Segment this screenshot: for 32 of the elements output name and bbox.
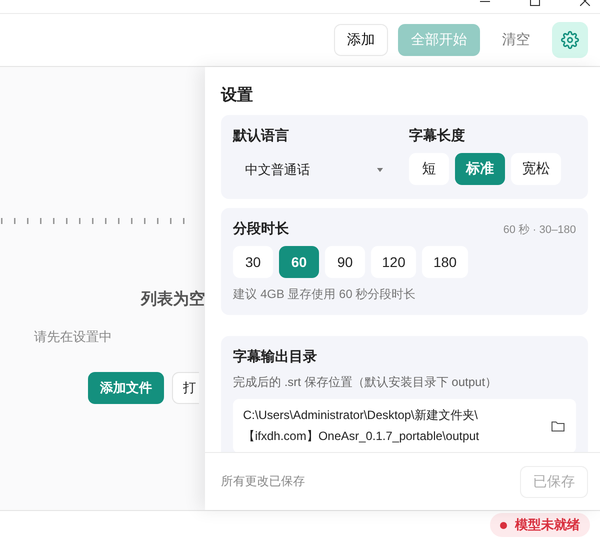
- duration-option[interactable]: 60: [279, 246, 319, 278]
- segment-reading: 60 秒 · 30–180: [503, 222, 576, 236]
- field-label: 字幕输出目录: [233, 348, 318, 366]
- duration-option[interactable]: 90: [325, 246, 365, 278]
- save-status: 所有更改已保存: [221, 473, 305, 490]
- output-path-field[interactable]: C:\Users\Administrator\Desktop\新建文件夹\ 【ifxdh.com】OneAsr_0.1.7_portable\output: [233, 399, 576, 452]
- length-option[interactable]: 短: [409, 153, 449, 185]
- empty-list-title: 列表为空: [141, 289, 205, 310]
- model-status-badge: 模型未就绪: [490, 513, 590, 537]
- segment-note: 建议 4GB 显存使用 60 秒分段时长: [233, 286, 417, 303]
- toolbar-button[interactable]: 添加: [334, 24, 388, 56]
- close-icon[interactable]: [580, 0, 590, 6]
- toolbar-button[interactable]: 清空: [490, 24, 542, 56]
- output-description: 完成后的 .srt 保存位置（默认安装目录下 output）: [233, 374, 498, 391]
- add-files-button[interactable]: 添加文件: [88, 372, 164, 404]
- length-option[interactable]: 宽松: [511, 153, 561, 185]
- field-label: 字幕长度: [409, 127, 466, 145]
- drawer-title: 设置: [221, 86, 254, 106]
- minimize-icon[interactable]: [480, 0, 490, 3]
- duration-option[interactable]: 30: [233, 246, 273, 278]
- settings-button[interactable]: [552, 22, 588, 58]
- field-label: 默认语言: [233, 127, 290, 145]
- folder-icon: [551, 420, 565, 432]
- length-option[interactable]: 标准: [455, 153, 505, 185]
- settings-icon: [561, 31, 579, 49]
- field-label: 分段时长: [233, 220, 289, 238]
- secondary-button[interactable]: 打: [172, 372, 199, 404]
- caret-icon: [377, 168, 383, 172]
- empty-list-hint: 请先在设置中: [33, 328, 113, 346]
- maximize-icon[interactable]: [530, 0, 540, 6]
- duration-option[interactable]: 180: [422, 246, 468, 278]
- duration-option[interactable]: 120: [371, 246, 416, 278]
